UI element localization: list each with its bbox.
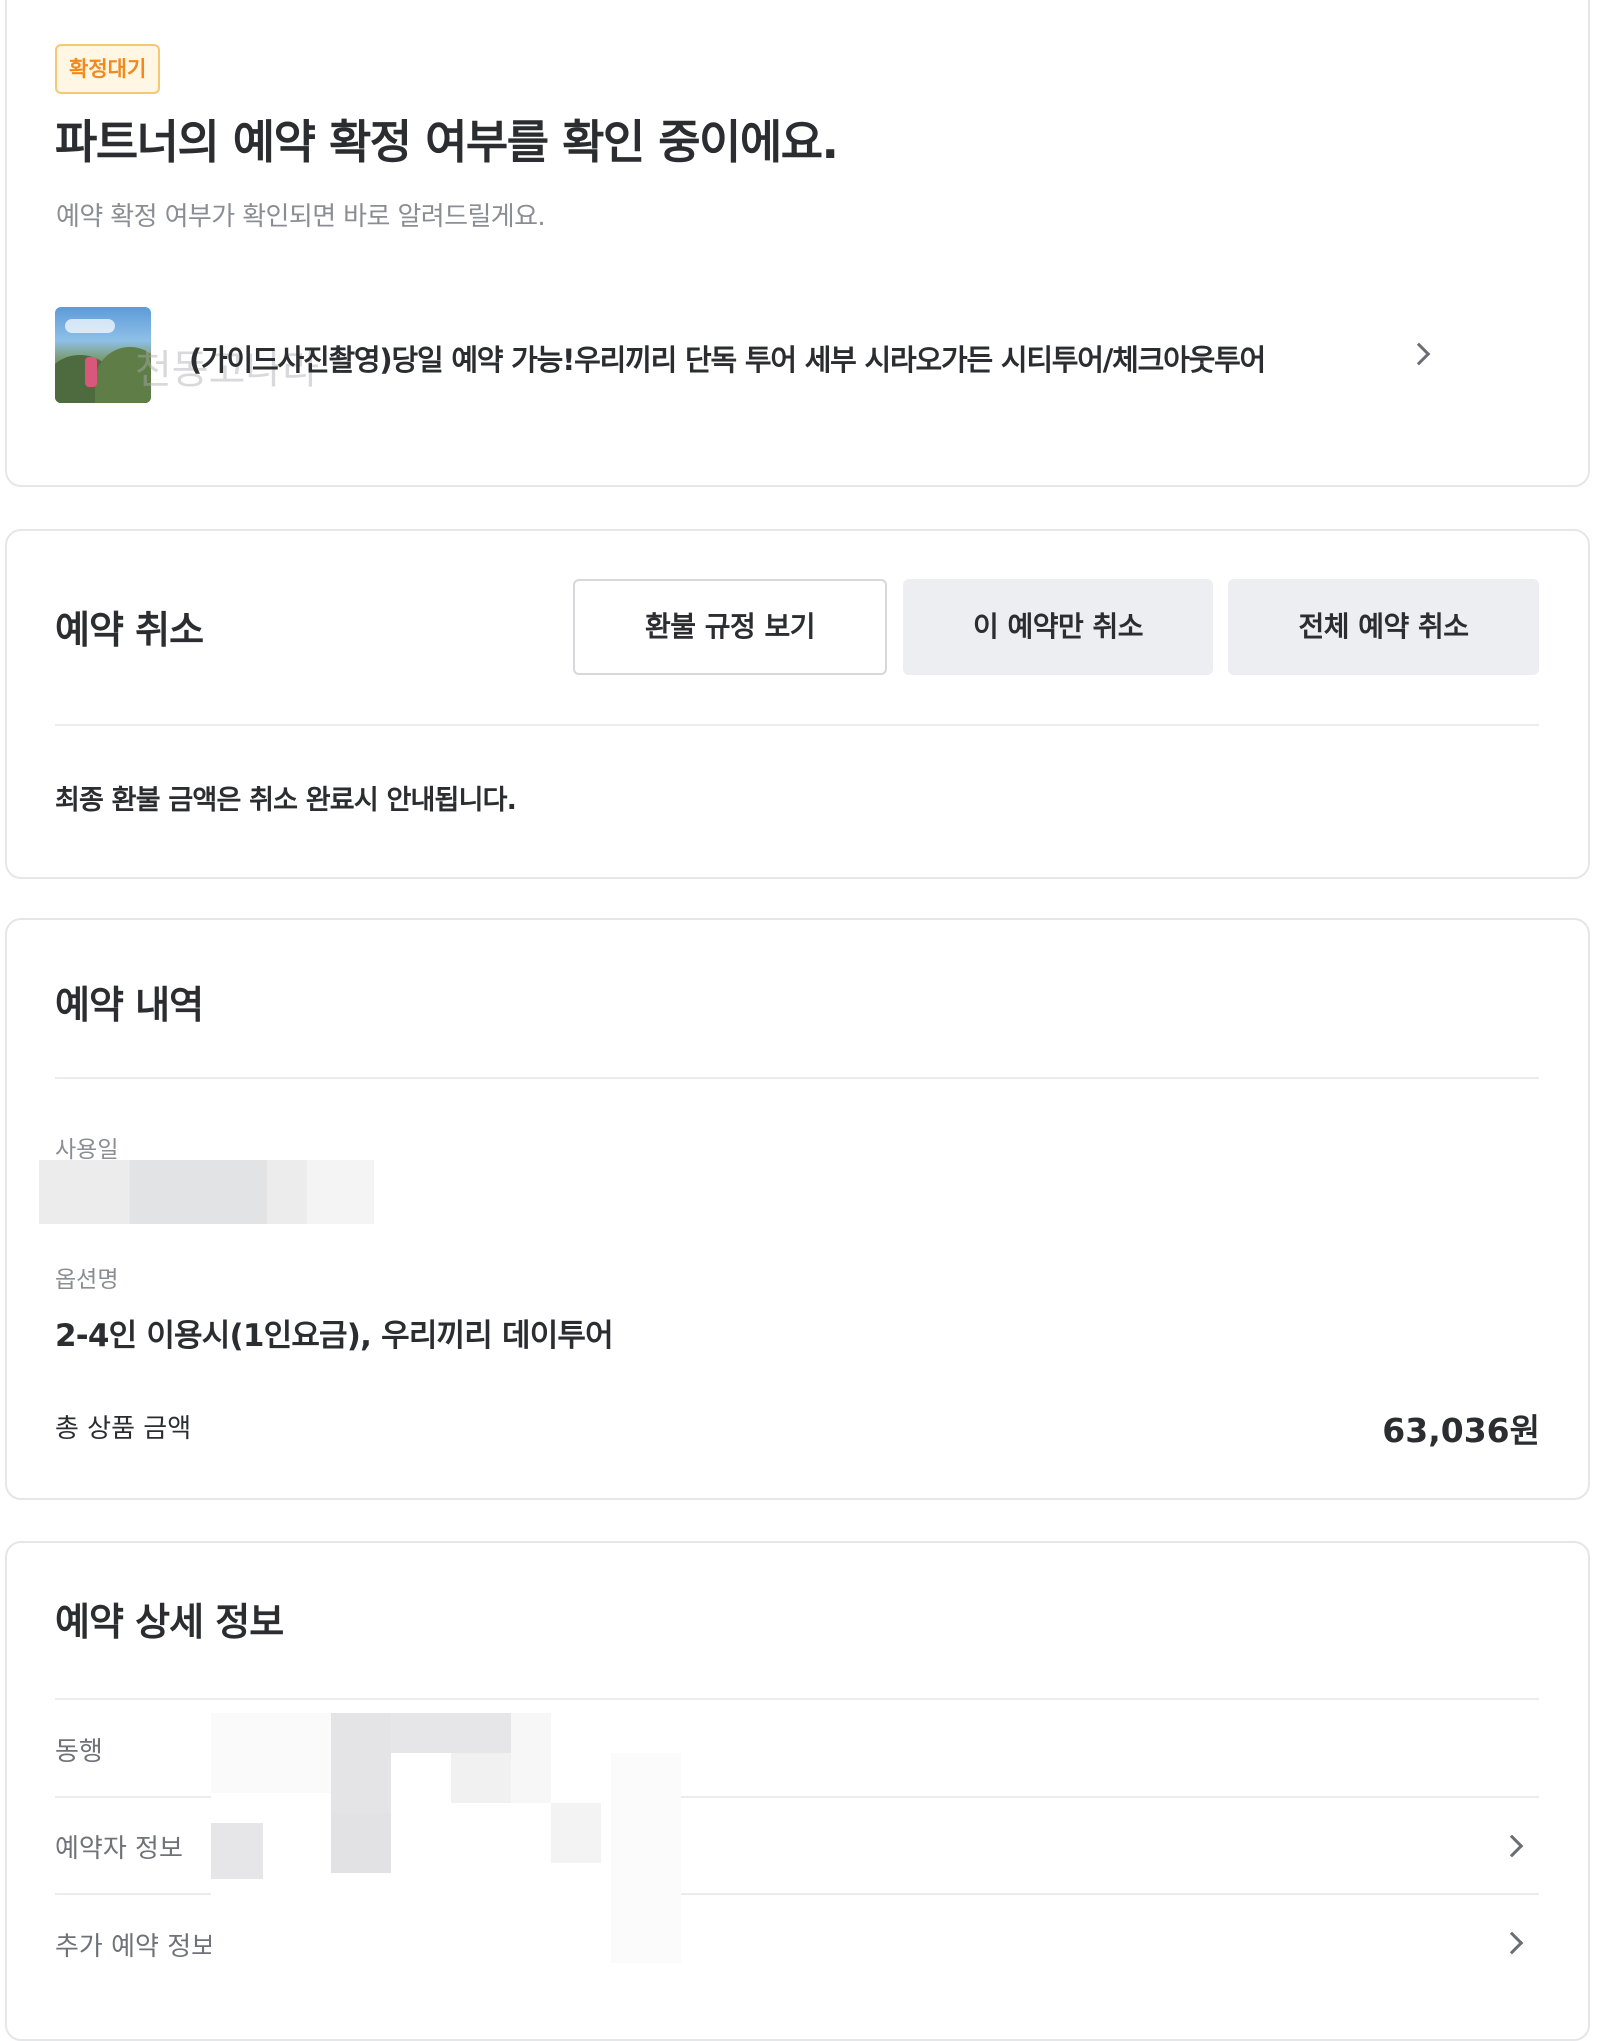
total-price-label: 총 상품 금액 <box>55 1414 192 1444</box>
refund-policy-button[interactable]: 환불 규정 보기 <box>573 579 887 675</box>
cancel-this-booking-button[interactable]: 이 예약만 취소 <box>903 579 1213 675</box>
booking-card: 예약 내역 사용일 옵션명 2-4인 이용시(1인요금), 우리끼리 데이투어 … <box>5 918 1590 1500</box>
divider <box>55 724 1539 726</box>
section-title-cancel: 예약 취소 <box>55 608 204 652</box>
companion-row: 동행 <box>55 1737 103 1767</box>
page-subtitle: 예약 확정 여부가 확인되면 바로 알려드릴게요. <box>56 202 546 232</box>
product-title: (가이드사진촬영)당일 예약 가능!우리끼리 단독 투어 세부 시라오가든 시티… <box>189 343 1266 377</box>
page-title: 파트너의 예약 확정 여부를 확인 중이에요. <box>55 115 839 169</box>
redacted-companion-info <box>211 1713 681 1963</box>
divider <box>55 1698 1539 1700</box>
chevron-right-icon[interactable] <box>1500 1834 1524 1858</box>
product-link[interactable]: 천동고나라 (가이드사진촬영)당일 예약 가능!우리끼리 단독 투어 세부 시라… <box>55 307 1441 403</box>
section-title-details: 예약 상세 정보 <box>55 1600 284 1644</box>
status-card: 확정대기 파트너의 예약 확정 여부를 확인 중이에요. 예약 확정 여부가 확… <box>5 0 1590 487</box>
redacted-usage-date <box>39 1160 374 1224</box>
usage-date-label: 사용일 <box>55 1137 119 1163</box>
option-label: 옵션명 <box>55 1267 119 1293</box>
cancel-all-bookings-button[interactable]: 전체 예약 취소 <box>1228 579 1539 675</box>
extra-booking-info-row[interactable]: 추가 예약 정보 <box>55 1926 215 1963</box>
divider <box>55 1077 1539 1079</box>
section-title-booking: 예약 내역 <box>55 983 204 1027</box>
details-card: 예약 상세 정보 동행 예약자 정보 추가 예약 정보 <box>5 1541 1590 2041</box>
total-price-value: 63,036원 <box>1382 1411 1540 1450</box>
cancel-card: 예약 취소 환불 규정 보기 이 예약만 취소 전체 예약 취소 최종 환불 금… <box>5 529 1590 879</box>
booker-info-row[interactable]: 예약자 정보 <box>55 1828 183 1865</box>
chevron-right-icon[interactable] <box>1500 1931 1524 1955</box>
status-badge: 확정대기 <box>55 44 161 94</box>
option-value: 2-4인 이용시(1인요금), 우리끼리 데이투어 <box>55 1318 614 1354</box>
refund-note: 최종 환불 금액은 취소 완료시 안내됩니다. <box>55 785 517 816</box>
chevron-right-icon <box>1407 342 1431 366</box>
